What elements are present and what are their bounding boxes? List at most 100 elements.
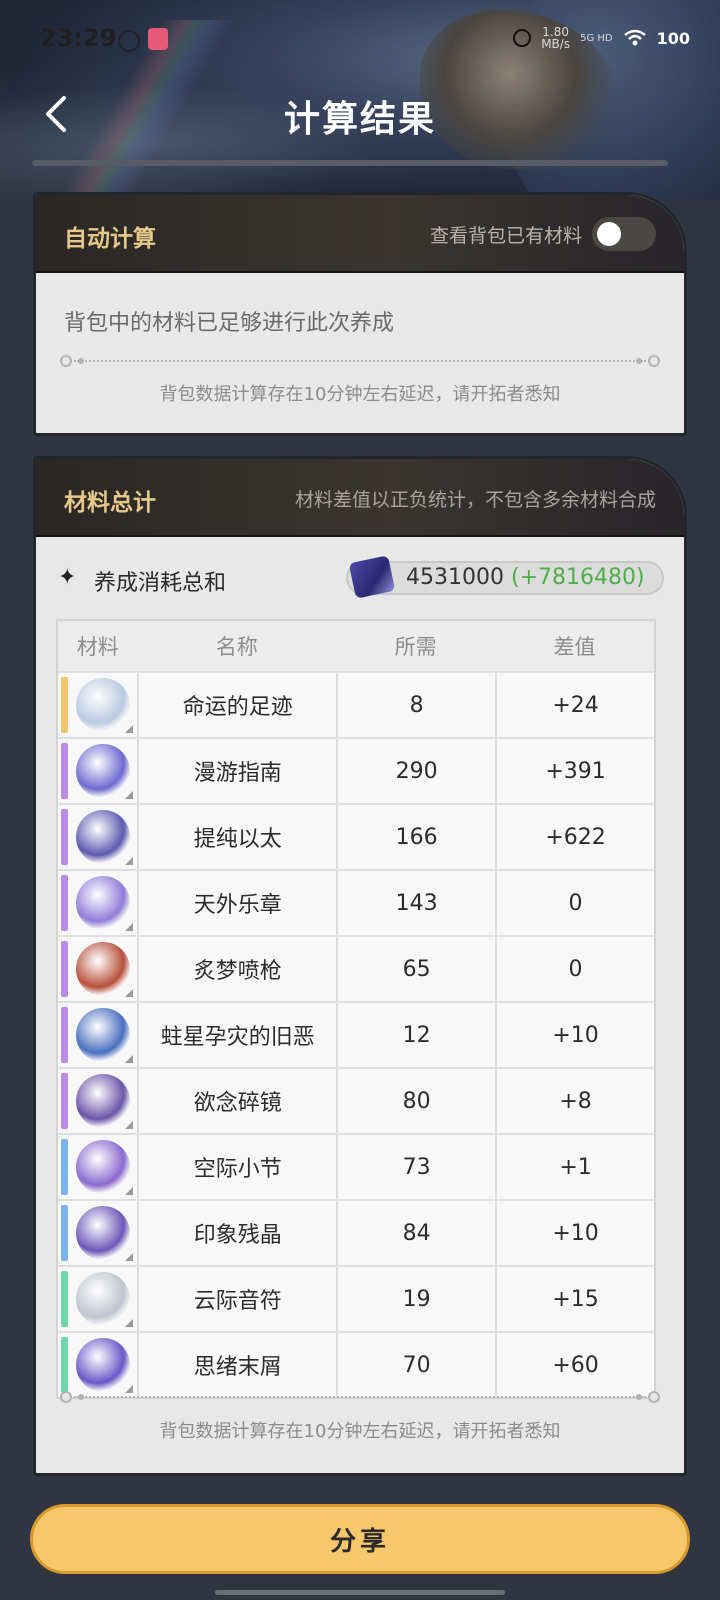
corner-marker-icon bbox=[125, 725, 134, 733]
material-required: 290 bbox=[336, 739, 495, 803]
material-required: 65 bbox=[336, 937, 495, 1001]
travel-guide-icon bbox=[76, 744, 130, 798]
destiny-footprint-icon bbox=[76, 678, 130, 732]
notification-icon bbox=[118, 30, 140, 52]
battery-level: 100 bbox=[656, 28, 690, 48]
rarity-bar bbox=[61, 941, 68, 997]
void-bar-icon bbox=[76, 1140, 130, 1194]
material-required: 19 bbox=[336, 1267, 495, 1331]
material-icon-cell bbox=[58, 1135, 137, 1199]
material-name: 思绪末屑 bbox=[137, 1333, 336, 1397]
divider bbox=[60, 1391, 660, 1403]
shattered-mirror-icon bbox=[76, 1074, 130, 1128]
page-title: 计算结果 bbox=[283, 99, 436, 140]
material-icon-cell bbox=[58, 1333, 137, 1397]
table-row[interactable]: 漫游指南 290 +391 bbox=[58, 737, 654, 803]
thought-shard-icon bbox=[76, 1338, 130, 1392]
dream-flamer-icon bbox=[76, 942, 130, 996]
material-totals-title: 材料总计 bbox=[64, 490, 156, 516]
material-name: 炙梦喷枪 bbox=[137, 937, 336, 1001]
rarity-bar bbox=[61, 677, 68, 733]
scroll-edge bbox=[32, 160, 668, 166]
total-cost-row: ✦ 养成消耗总和 4531000 (+7816480) bbox=[56, 555, 664, 605]
column-header-name: 名称 bbox=[215, 635, 258, 659]
nav-bar: 计算结果 bbox=[0, 80, 720, 150]
material-diff: +24 bbox=[495, 673, 654, 737]
material-required: 143 bbox=[336, 871, 495, 935]
network-type: 5G HD bbox=[580, 32, 613, 44]
network-speed: 1.80 MB/s bbox=[541, 26, 570, 50]
material-diff: 0 bbox=[495, 871, 654, 935]
material-totals-card: 材料总计 材料差值以正负统计，不包含多余材料合成 ✦ 养成消耗总和 453100… bbox=[33, 456, 687, 1476]
rarity-bar bbox=[61, 1073, 68, 1129]
material-icon-cell bbox=[58, 1267, 137, 1331]
table-row[interactable]: 命运的足迹 8 +24 bbox=[58, 671, 654, 737]
rarity-bar bbox=[61, 1271, 68, 1327]
material-required: 80 bbox=[336, 1069, 495, 1133]
home-indicator[interactable] bbox=[215, 1590, 505, 1595]
corner-marker-icon bbox=[125, 791, 134, 799]
material-diff: +60 bbox=[495, 1333, 654, 1397]
column-header-material: 材料 bbox=[76, 635, 119, 659]
table-row[interactable]: 印象残晶 84 +10 bbox=[58, 1199, 654, 1265]
table-row[interactable]: 炙梦喷枪 65 0 bbox=[58, 935, 654, 1001]
material-required: 8 bbox=[336, 673, 495, 737]
material-name: 提纯以太 bbox=[137, 805, 336, 869]
rarity-bar bbox=[61, 743, 68, 799]
inventory-toggle[interactable] bbox=[592, 217, 656, 251]
material-icon-cell bbox=[58, 937, 137, 1001]
refined-aether-icon bbox=[76, 810, 130, 864]
material-icon-cell bbox=[58, 739, 137, 803]
table-row[interactable]: 欲念碎镜 80 +8 bbox=[58, 1067, 654, 1133]
material-required: 12 bbox=[336, 1003, 495, 1067]
material-diff: +10 bbox=[495, 1201, 654, 1265]
table-row[interactable]: 蛀星孕灾的旧恶 12 +10 bbox=[58, 1001, 654, 1067]
table-row[interactable]: 天外乐章 143 0 bbox=[58, 869, 654, 935]
table-row[interactable]: 空际小节 73 +1 bbox=[58, 1133, 654, 1199]
material-icon-cell bbox=[58, 673, 137, 737]
column-header-required: 所需 bbox=[394, 635, 437, 659]
auto-calc-card: 自动计算 查看背包已有材料 背包中的材料已足够进行此次养成 背包数据计算存在10… bbox=[33, 192, 687, 436]
cloud-note-icon bbox=[76, 1272, 130, 1326]
material-name: 蛀星孕灾的旧恶 bbox=[137, 1003, 336, 1067]
table-header: 材料 名称 所需 差值 bbox=[58, 621, 654, 671]
material-name: 印象残晶 bbox=[137, 1201, 336, 1265]
share-button[interactable]: 分享 bbox=[30, 1504, 690, 1574]
material-icon-cell bbox=[58, 1003, 137, 1067]
material-icon-cell bbox=[58, 1069, 137, 1133]
app-notification-icon bbox=[148, 28, 168, 50]
alarm-icon bbox=[513, 29, 532, 47]
rarity-bar bbox=[61, 809, 68, 865]
impression-crystal-icon bbox=[76, 1206, 130, 1260]
material-diff: +15 bbox=[495, 1267, 654, 1331]
material-icon-cell bbox=[58, 805, 137, 869]
network-speed-unit: MB/s bbox=[541, 37, 571, 51]
credit-icon bbox=[348, 555, 396, 599]
corner-marker-icon bbox=[125, 1187, 134, 1195]
material-diff: +8 bbox=[495, 1069, 654, 1133]
credits-pill: 4531000 (+7816480) bbox=[346, 555, 664, 599]
table-row[interactable]: 思绪末屑 70 +60 bbox=[58, 1331, 654, 1397]
material-name: 空际小节 bbox=[137, 1135, 336, 1199]
status-time: 23:29 bbox=[40, 24, 117, 52]
material-name: 云际音符 bbox=[137, 1267, 336, 1331]
auto-calc-header: 自动计算 查看背包已有材料 bbox=[36, 195, 684, 273]
celestial-section-icon bbox=[76, 876, 130, 930]
materials-table: 材料 名称 所需 差值 命运的足迹 8 +24 漫游指南 290 +391 提纯以太 166 +… bbox=[56, 619, 656, 1399]
material-name: 漫游指南 bbox=[137, 739, 336, 803]
auto-calc-message: 背包中的材料已足够进行此次养成 bbox=[64, 311, 395, 336]
corner-marker-icon bbox=[125, 1319, 134, 1327]
rarity-bar bbox=[61, 1337, 68, 1393]
corner-marker-icon bbox=[125, 1253, 134, 1261]
material-name: 命运的足迹 bbox=[137, 673, 336, 737]
corner-marker-icon bbox=[125, 923, 134, 931]
corner-marker-icon bbox=[125, 989, 134, 997]
auto-calc-footnote: 背包数据计算存在10分钟左右延迟，请开拓者悉知 bbox=[159, 384, 561, 405]
wifi-icon bbox=[623, 29, 646, 46]
table-row[interactable]: 云际音符 19 +15 bbox=[58, 1265, 654, 1331]
starflare-icon bbox=[76, 1008, 130, 1062]
material-icon-cell bbox=[58, 871, 137, 935]
table-row[interactable]: 提纯以太 166 +622 bbox=[58, 803, 654, 869]
total-cost-label: 养成消耗总和 bbox=[94, 571, 227, 596]
corner-marker-icon bbox=[125, 1055, 134, 1063]
